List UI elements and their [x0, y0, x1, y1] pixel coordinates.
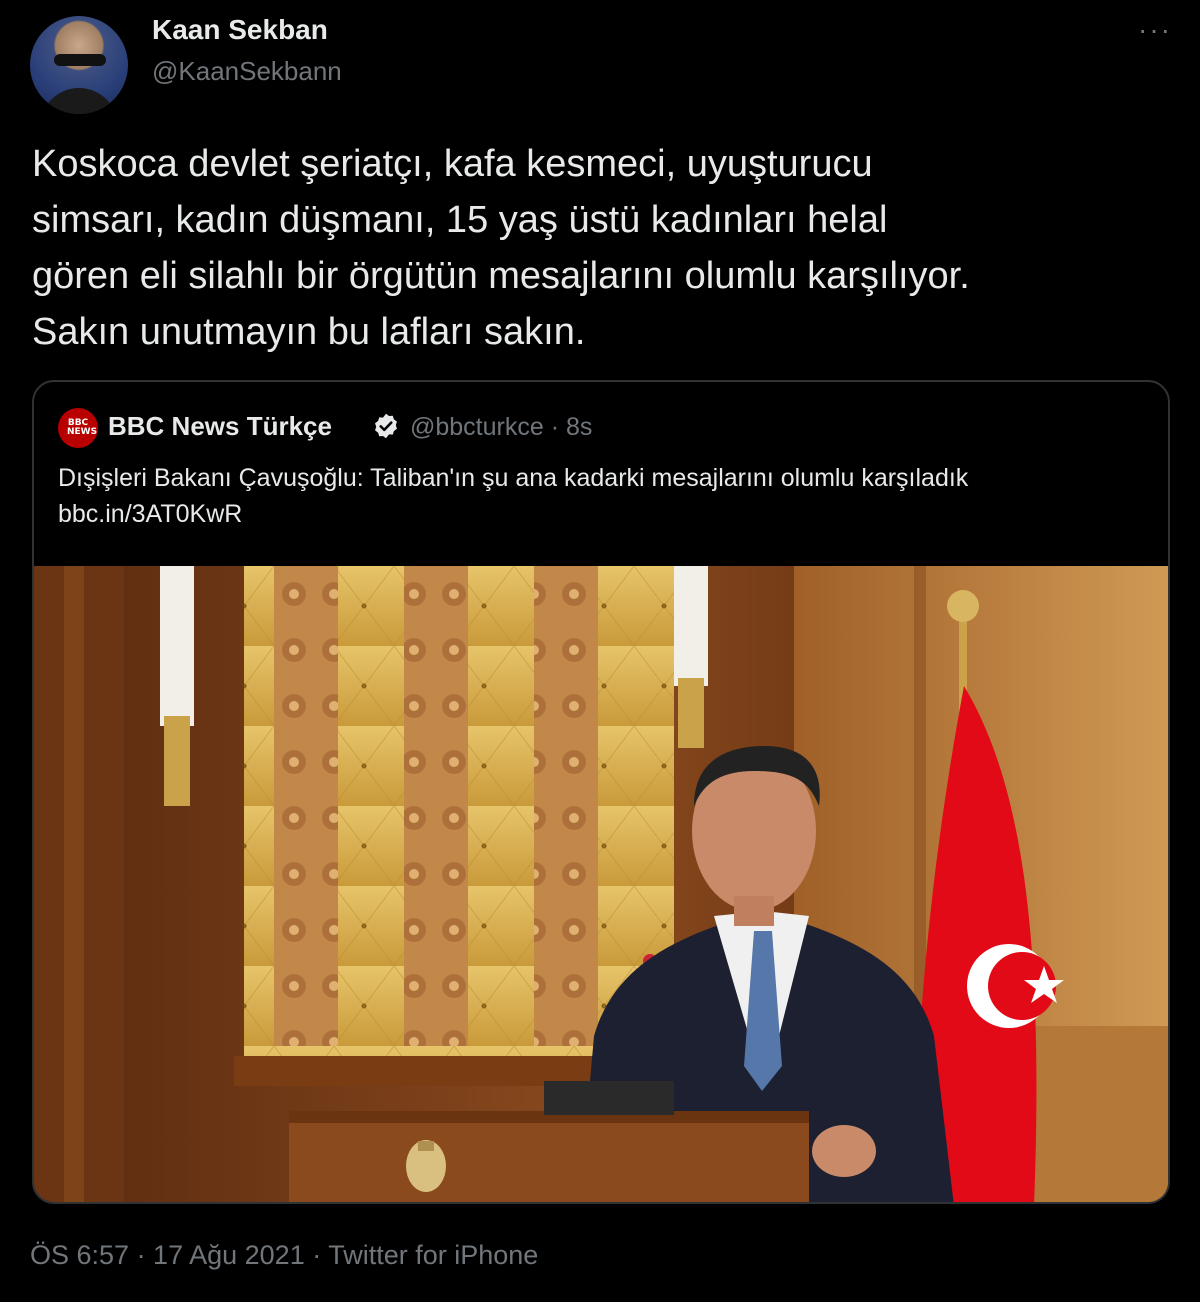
tweet-text: Koskoca devlet şeriatçı, kafa kesmeci, u… — [32, 143, 970, 353]
author-display-name[interactable]: Kaan Sekban — [152, 14, 328, 46]
avatar-shirt — [40, 88, 118, 114]
quoted-author-name[interactable]: BBC News Türkçe — [108, 411, 332, 442]
author-avatar[interactable] — [30, 16, 128, 114]
quoted-link[interactable]: bbc.in/3AT0KwR — [58, 496, 1158, 532]
quoted-tweet-card[interactable]: BBC NEWS BBC News Türkçe @bbcturkce · 8s… — [32, 380, 1170, 1204]
quoted-tweet-text: Dışişleri Bakanı Çavuşoğlu: Taliban'ın ş… — [58, 460, 1158, 532]
quoted-handle-and-time[interactable]: @bbcturkce · 8s — [410, 413, 592, 442]
tweet-timestamp-and-source[interactable]: ÖS 6:57 · 17 Ağu 2021 · Twitter for iPho… — [30, 1240, 538, 1271]
press-conference-photo — [34, 566, 1168, 1202]
quoted-tweet-photo[interactable] — [34, 566, 1168, 1202]
bbc-news-logo-text: BBC NEWS — [67, 418, 98, 437]
verified-badge-icon — [375, 413, 397, 439]
author-handle[interactable]: @KaanSekbann — [152, 56, 342, 87]
avatar-glasses — [54, 54, 106, 66]
more-options-icon[interactable]: ··· — [1138, 14, 1172, 46]
bbc-news-avatar[interactable]: BBC NEWS — [58, 408, 98, 448]
quoted-headline: Dışişleri Bakanı Çavuşoğlu: Taliban'ın ş… — [58, 464, 969, 492]
